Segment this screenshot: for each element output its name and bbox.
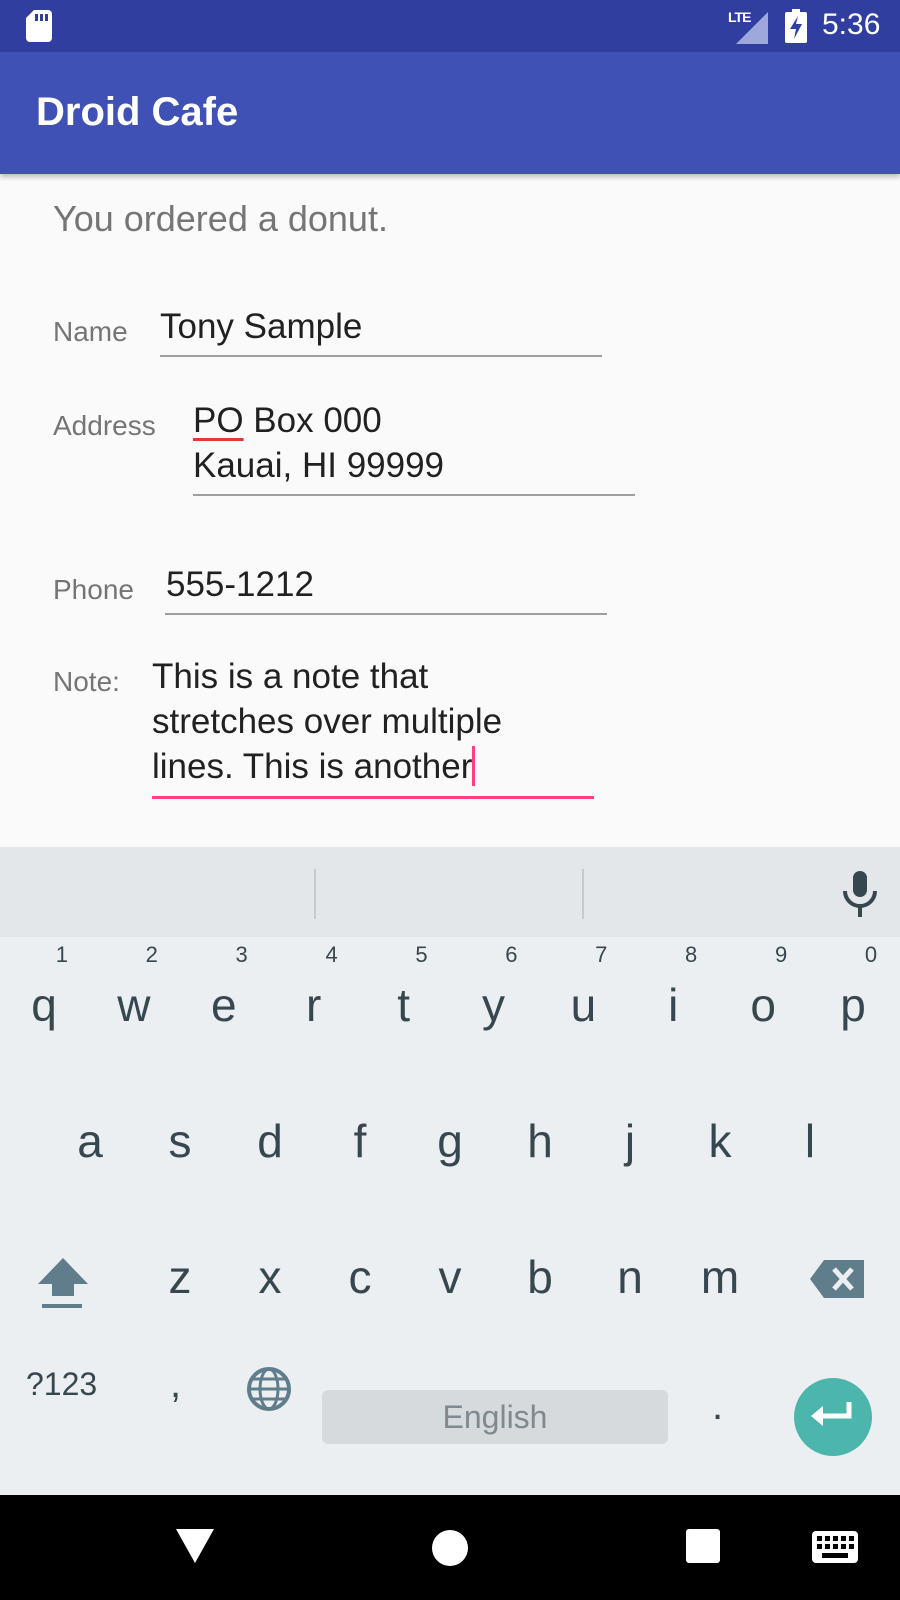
key-label: p xyxy=(840,979,866,1031)
key-u[interactable]: u7 xyxy=(561,942,608,1032)
order-message: You ordered a donut. xyxy=(53,198,388,239)
misspelled-word[interactable]: PO xyxy=(193,401,244,440)
name-field-underline xyxy=(160,355,602,357)
note-line-2: stretches over multiple xyxy=(152,702,503,741)
status-clock: 5:36 xyxy=(822,8,881,41)
key-hint: 9 xyxy=(774,942,788,967)
battery-charging-icon xyxy=(785,9,807,43)
address-line1-rest: Box 000 xyxy=(243,401,382,440)
key-x[interactable]: x xyxy=(248,1250,292,1304)
key-h[interactable]: h xyxy=(518,1114,562,1168)
key-hint: 3 xyxy=(235,942,248,967)
home-icon[interactable] xyxy=(431,1529,469,1567)
key-w[interactable]: w2 xyxy=(112,942,158,1032)
suggestion-divider xyxy=(314,869,316,919)
order-form: You ordered a donut. Name Tony Sample Ad… xyxy=(0,174,900,847)
phone-field-underline xyxy=(165,613,607,615)
key-hint: 2 xyxy=(145,942,158,967)
key-hint: 0 xyxy=(864,942,878,967)
key-label: e xyxy=(211,979,237,1031)
shift-icon[interactable] xyxy=(36,1252,90,1310)
key-r[interactable]: r4 xyxy=(292,942,338,1032)
key-label: y xyxy=(482,979,505,1031)
key-l[interactable]: l xyxy=(788,1114,832,1168)
note-label: Note: xyxy=(53,666,120,697)
phone-field[interactable]: 555-1212 xyxy=(166,562,314,607)
key-i[interactable]: i8 xyxy=(651,942,697,1032)
key-j[interactable]: j xyxy=(608,1114,652,1168)
network-type-label: LTE xyxy=(728,9,751,25)
key-label: o xyxy=(750,979,776,1031)
address-line2: Kauai, HI 99999 xyxy=(193,446,445,485)
key-q[interactable]: q1 xyxy=(22,942,68,1032)
key-hint: 6 xyxy=(505,942,518,967)
address-field[interactable]: PO Box 000 Kauai, HI 99999 xyxy=(193,398,444,488)
note-line-1: This is a note that xyxy=(152,657,429,696)
key-hint: 8 xyxy=(685,942,698,967)
note-field[interactable]: This is a note that stretches over multi… xyxy=(152,654,502,789)
key-hint: 4 xyxy=(325,942,338,967)
key-label: i xyxy=(668,979,679,1031)
key-label: t xyxy=(397,979,410,1031)
key-b[interactable]: b xyxy=(518,1250,562,1304)
app-title: Droid Cafe xyxy=(36,90,239,134)
phone-label: Phone xyxy=(53,574,134,605)
key-p[interactable]: p0 xyxy=(831,942,877,1032)
backspace-icon[interactable] xyxy=(810,1258,866,1300)
address-field-underline xyxy=(193,494,635,496)
recents-icon[interactable] xyxy=(686,1529,720,1563)
key-y[interactable]: y6 xyxy=(472,942,518,1032)
sd-card-icon xyxy=(26,10,52,42)
keyboard-switch-icon[interactable] xyxy=(812,1531,858,1563)
key-v[interactable]: v xyxy=(428,1250,472,1304)
suggestion-strip xyxy=(0,847,900,937)
key-c[interactable]: c xyxy=(338,1250,382,1304)
back-icon[interactable] xyxy=(176,1529,214,1565)
key-o[interactable]: o9 xyxy=(741,942,787,1032)
period-key[interactable]: . xyxy=(712,1384,723,1429)
note-line-3: lines. This is another xyxy=(152,747,473,786)
navigation-bar xyxy=(0,1495,900,1600)
key-m[interactable]: m xyxy=(698,1250,742,1304)
key-label: w xyxy=(117,979,151,1031)
name-field[interactable]: Tony Sample xyxy=(160,304,362,349)
key-s[interactable]: s xyxy=(158,1114,202,1168)
key-t[interactable]: t5 xyxy=(382,942,427,1032)
key-hint: 7 xyxy=(595,942,608,967)
microphone-icon[interactable] xyxy=(840,871,880,917)
key-label: q xyxy=(31,979,57,1031)
suggestion-divider xyxy=(582,869,584,919)
note-field-underline xyxy=(152,796,594,799)
text-cursor xyxy=(472,746,476,786)
space-bar[interactable]: English xyxy=(322,1390,668,1444)
key-k[interactable]: k xyxy=(698,1114,742,1168)
status-bar: LTE 5:36 xyxy=(0,0,900,52)
symbols-key[interactable]: ?123 xyxy=(26,1366,97,1403)
key-n[interactable]: n xyxy=(608,1250,652,1304)
app-bar: Droid Cafe xyxy=(0,52,900,174)
enter-key[interactable] xyxy=(794,1378,872,1456)
key-e[interactable]: e3 xyxy=(202,942,248,1032)
key-d[interactable]: d xyxy=(248,1114,292,1168)
key-g[interactable]: g xyxy=(428,1114,472,1168)
address-label: Address xyxy=(53,410,156,441)
key-label: u xyxy=(570,979,597,1031)
globe-icon[interactable] xyxy=(246,1366,292,1412)
enter-icon xyxy=(811,1402,852,1426)
comma-key[interactable]: , xyxy=(170,1362,181,1407)
name-label: Name xyxy=(53,316,128,347)
key-hint: 1 xyxy=(55,942,68,967)
key-hint: 5 xyxy=(415,942,428,967)
key-z[interactable]: z xyxy=(158,1250,202,1304)
key-f[interactable]: f xyxy=(338,1114,382,1168)
key-label: r xyxy=(306,979,322,1031)
key-a[interactable]: a xyxy=(68,1114,112,1168)
